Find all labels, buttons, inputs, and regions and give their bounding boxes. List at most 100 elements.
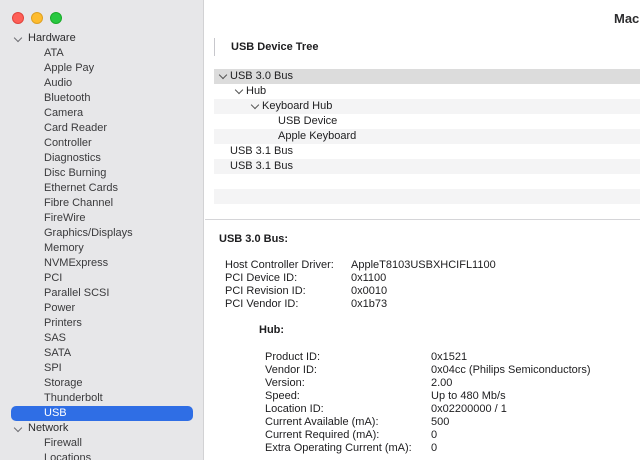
sidebar-item-card-reader[interactable]: Card Reader [0, 121, 203, 136]
sidebar-list: Hardware ATA Apple Pay Audio Bluetooth Camera… [0, 31, 203, 460]
sidebar-item-thunderbolt[interactable]: Thunderbolt [0, 391, 203, 406]
sidebar-item-locations[interactable]: Locations [0, 451, 203, 460]
property-key: PCI Revision ID: [225, 285, 306, 297]
property-key: Current Required (mA): [265, 429, 380, 441]
property-row: Product ID: 0x1521 [265, 351, 635, 364]
property-value: 0x02200000 / 1 [431, 403, 507, 415]
property-key: Extra Operating Current (mA): [265, 442, 412, 454]
tree-column-header[interactable]: USB Device Tree [214, 38, 318, 56]
chevron-down-icon[interactable] [250, 100, 260, 110]
property-row: Current Available (mA): 500 [265, 416, 635, 429]
property-row: Version: 2.00 [265, 377, 635, 390]
tree-row-keyboard-hub[interactable]: Keyboard Hub [214, 99, 640, 114]
sidebar-item-graphics-displays[interactable]: Graphics/Displays [0, 226, 203, 241]
sidebar-group-hardware[interactable]: Hardware [0, 31, 203, 46]
property-value: 0x1b73 [351, 298, 388, 310]
sidebar: Hardware ATA Apple Pay Audio Bluetooth Camera… [0, 0, 204, 460]
zoom-window-button[interactable] [50, 12, 62, 24]
property-value: Up to 480 Mb/s [431, 390, 506, 402]
tree-row-apple-keyboard[interactable]: Apple Keyboard [214, 129, 640, 144]
tree-row-label: Apple Keyboard [278, 130, 357, 142]
property-row: PCI Device ID: 0x1100 [225, 272, 635, 285]
property-row: Host Controller Driver: AppleT8103USBXHCI… [225, 259, 635, 272]
sidebar-group-label: Network [28, 422, 69, 434]
tree-row-empty [214, 174, 640, 189]
sidebar-group-label: Hardware [28, 32, 76, 44]
property-key: Vendor ID: [265, 364, 317, 376]
hub-properties: Product ID: 0x1521 Vendor ID: 0x04cc (Phili… [265, 351, 635, 455]
property-key: Host Controller Driver: [225, 259, 334, 271]
property-value: 0 [431, 429, 438, 441]
property-key: Speed: [265, 390, 300, 402]
sidebar-item-ata[interactable]: ATA [0, 46, 203, 61]
property-row: PCI Vendor ID: 0x1b73 [225, 298, 635, 311]
sidebar-item-diagnostics[interactable]: Diagnostics [0, 151, 203, 166]
property-row: Speed: Up to 480 Mb/s [265, 390, 635, 403]
close-window-button[interactable] [12, 12, 24, 24]
sidebar-item-camera[interactable]: Camera [0, 106, 203, 121]
tree-row-usb-3-0-bus[interactable]: USB 3.0 Bus [214, 69, 640, 84]
tree-row-usb-3-1-bus[interactable]: USB 3.1 Bus [214, 144, 640, 159]
sidebar-item-sas[interactable]: SAS [0, 331, 203, 346]
tree-row-empty [214, 204, 640, 219]
property-row: Extra Operating Current (mA): 0 [265, 442, 635, 455]
window-title: Mac [614, 11, 640, 26]
property-row: Vendor ID: 0x04cc (Philips Semiconductors… [265, 364, 635, 377]
property-value: 0x1100 [351, 272, 387, 284]
sidebar-item-storage[interactable]: Storage [0, 376, 203, 391]
property-value: 500 [431, 416, 450, 428]
details-pane: USB 3.0 Bus: Host Controller Driver: Appl… [219, 232, 640, 454]
chevron-down-icon[interactable] [12, 421, 24, 436]
property-value: AppleT8103USBXHCIFL1100 [351, 259, 496, 271]
hub-heading: Hub: [259, 324, 285, 336]
sidebar-item-apple-pay[interactable]: Apple Pay [0, 61, 203, 76]
sidebar-item-fibre-channel[interactable]: Fibre Channel [0, 196, 203, 211]
tree-row-label: USB 3.1 Bus [230, 145, 293, 157]
chevron-down-icon[interactable] [234, 85, 244, 95]
sidebar-item-audio[interactable]: Audio [0, 76, 203, 91]
property-key: Location ID: [265, 403, 324, 415]
sidebar-item-bluetooth[interactable]: Bluetooth [0, 91, 203, 106]
split-divider[interactable] [205, 219, 640, 220]
tree-row-hub[interactable]: Hub [214, 84, 640, 99]
property-value: 2.00 [431, 377, 453, 389]
sidebar-item-pci[interactable]: PCI [0, 271, 203, 286]
sidebar-item-printers[interactable]: Printers [0, 316, 203, 331]
main-content: Mac USB Device Tree USB 3.0 Bus Hub Keyboa… [205, 0, 640, 460]
property-value: 0x1521 [431, 351, 468, 363]
tree-row-empty [214, 189, 640, 204]
property-value: 0x0010 [351, 285, 388, 297]
tree-rows: USB 3.0 Bus Hub Keyboard Hub USB Device Appl… [214, 69, 640, 219]
sidebar-item-controller[interactable]: Controller [0, 136, 203, 151]
property-key: PCI Vendor ID: [225, 298, 299, 310]
sidebar-item-power[interactable]: Power [0, 301, 203, 316]
sidebar-item-firewall[interactable]: Firewall [0, 436, 203, 451]
sidebar-group-network[interactable]: Network [0, 421, 203, 436]
property-key: PCI Device ID: [225, 272, 298, 284]
tree-row-label: USB Device [278, 115, 338, 127]
sidebar-item-memory[interactable]: Memory [0, 241, 203, 256]
tree-row-usb-3-1-bus[interactable]: USB 3.1 Bus [214, 159, 640, 174]
property-key: Product ID: [265, 351, 321, 363]
tree-row-label: Hub [246, 85, 267, 97]
tree-row-usb-device[interactable]: USB Device [214, 114, 640, 129]
property-row: PCI Revision ID: 0x0010 [225, 285, 635, 298]
property-key: Version: [265, 377, 305, 389]
sidebar-item-firewire[interactable]: FireWire [0, 211, 203, 226]
tree-row-label: USB 3.1 Bus [230, 160, 293, 172]
sidebar-item-spi[interactable]: SPI [0, 361, 203, 376]
sidebar-item-ethernet-cards[interactable]: Ethernet Cards [0, 181, 203, 196]
sidebar-item-sata[interactable]: SATA [0, 346, 203, 361]
controller-properties: Host Controller Driver: AppleT8103USBXHCI… [225, 259, 635, 311]
sidebar-item-parallel-scsi[interactable]: Parallel SCSI [0, 286, 203, 301]
sidebar-item-nvmexpress[interactable]: NVMExpress [0, 256, 203, 271]
chevron-down-icon[interactable] [12, 31, 24, 46]
minimize-window-button[interactable] [31, 12, 43, 24]
sidebar-item-usb[interactable]: USB [11, 406, 193, 421]
sidebar-item-disc-burning[interactable]: Disc Burning [0, 166, 203, 181]
chevron-down-icon[interactable] [218, 70, 228, 80]
property-row: Current Required (mA): 0 [265, 429, 635, 442]
details-heading: USB 3.0 Bus: [219, 233, 289, 245]
tree-row-label: USB 3.0 Bus [230, 70, 293, 82]
property-value: 0 [431, 442, 438, 454]
